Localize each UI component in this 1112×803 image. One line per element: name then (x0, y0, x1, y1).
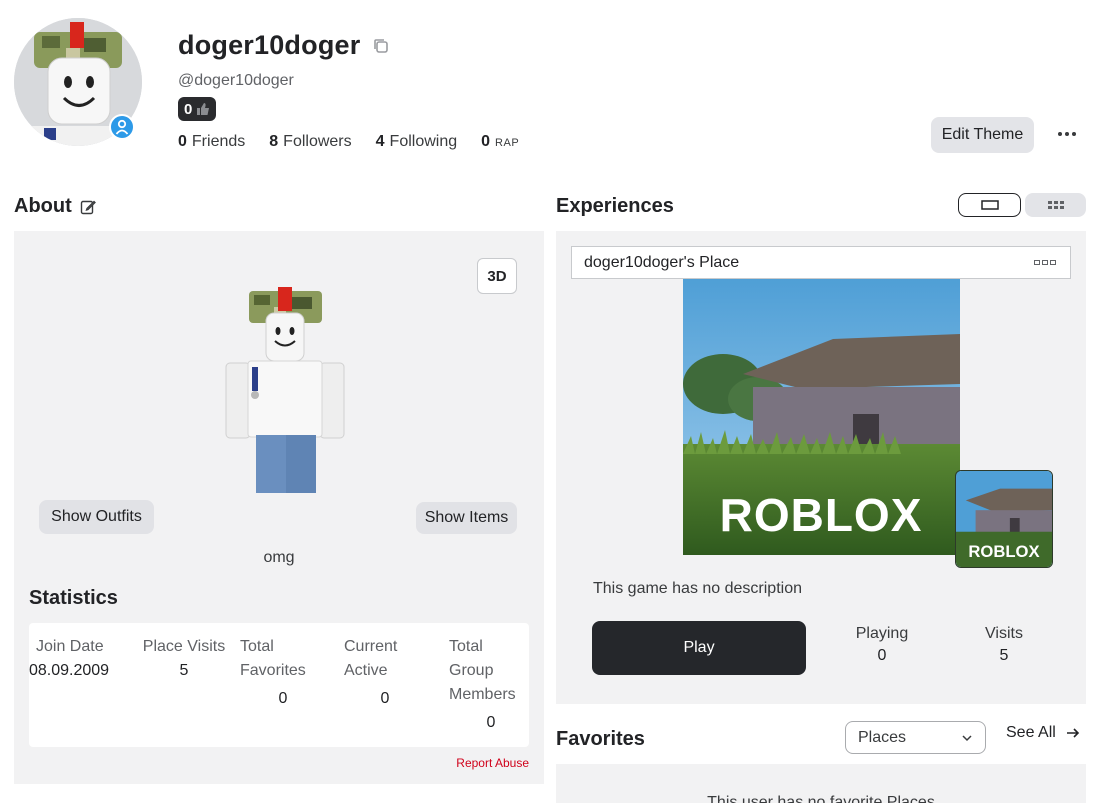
game-thumbnail[interactable]: ROBLOX (683, 279, 960, 555)
toggle-3d-button[interactable]: 3D (477, 258, 517, 294)
place-selector[interactable]: doger10doger's Place (571, 246, 1071, 279)
view-toggle (958, 193, 1086, 217)
roblox-logo-text: ROBLOX (720, 489, 923, 541)
display-name-row: doger10doger (178, 30, 390, 61)
favorites-empty-text: This user has no favorite Places (707, 794, 935, 803)
stat-join-date: Join Date 08.09.2009 (29, 638, 110, 679)
about-panel: 3D Show Outfits Show Items omg Statistic… (14, 231, 544, 784)
report-abuse-link[interactable]: Report Abuse (456, 756, 529, 770)
show-items-button[interactable]: Show Items (416, 502, 517, 534)
about-heading: About (14, 195, 96, 218)
statistics-card: Join Date 08.09.2009 Place Visits 5 Tota… (29, 623, 529, 747)
stat-place-visits: Place Visits 5 (142, 638, 226, 679)
visits-stat: Visits 5 (985, 625, 1023, 664)
edit-pencil-icon[interactable] (80, 199, 96, 215)
game-icon-thumbnail[interactable]: ROBLOX (955, 470, 1053, 568)
arrow-right-icon (1066, 728, 1079, 738)
favorites-heading: Favorites (556, 728, 645, 750)
profile-bio: omg (263, 549, 295, 566)
game-description: This game has no description (593, 580, 802, 597)
statistics-heading: Statistics (29, 587, 118, 609)
edit-theme-button[interactable]: Edit Theme (931, 117, 1034, 153)
favorites-filter-select[interactable]: Places (845, 721, 986, 754)
playing-stat: Playing 0 (855, 625, 909, 664)
rap-value: 0 RAP (481, 133, 520, 150)
reputation-badge[interactable]: 0 (178, 97, 217, 121)
roblox-logo-small-text: ROBLOX (968, 542, 1039, 561)
play-button[interactable]: Play (592, 621, 806, 675)
see-all-link[interactable]: See All (1006, 724, 1080, 742)
experiences-panel: doger10doger's Place ROBLOX ROBLOX This … (556, 231, 1086, 704)
copy-icon[interactable] (372, 37, 390, 55)
following-count[interactable]: 4 Following (376, 133, 458, 151)
favorites-panel: This user has no favorite Places (556, 764, 1086, 803)
display-name: doger10doger (178, 30, 361, 60)
place-selector-label: doger10doger's Place (584, 253, 740, 271)
single-view-icon (980, 200, 999, 210)
profile-stats: 0 Friends 8 Followers 4 Following 0 RAP (178, 133, 543, 151)
stat-current-active: Current Active 0 (344, 638, 398, 707)
more-options-icon[interactable] (1054, 122, 1080, 146)
show-outfits-button[interactable]: Show Outfits (39, 500, 154, 534)
badge-count: 0 (184, 100, 193, 118)
avatar-3d-figure[interactable] (204, 283, 364, 498)
grid-view-button[interactable] (1025, 193, 1086, 217)
thumbs-up-icon (197, 103, 210, 115)
carousel-view-button[interactable] (958, 193, 1021, 217)
place-options-icon[interactable] (1034, 260, 1056, 265)
online-status-icon (109, 114, 135, 140)
followers-count[interactable]: 8 Followers (269, 133, 351, 151)
friends-count[interactable]: 0 Friends (178, 133, 245, 151)
experiences-heading: Experiences (556, 195, 674, 217)
favorites-filter-value: Places (858, 728, 907, 746)
stat-total-favorites: Total Favorites 0 (240, 638, 306, 707)
stat-group-members: Total Group Members 0 (449, 638, 516, 731)
chevron-down-icon (962, 735, 972, 742)
grid-view-icon (1047, 201, 1064, 209)
username: @doger10doger (178, 72, 294, 89)
